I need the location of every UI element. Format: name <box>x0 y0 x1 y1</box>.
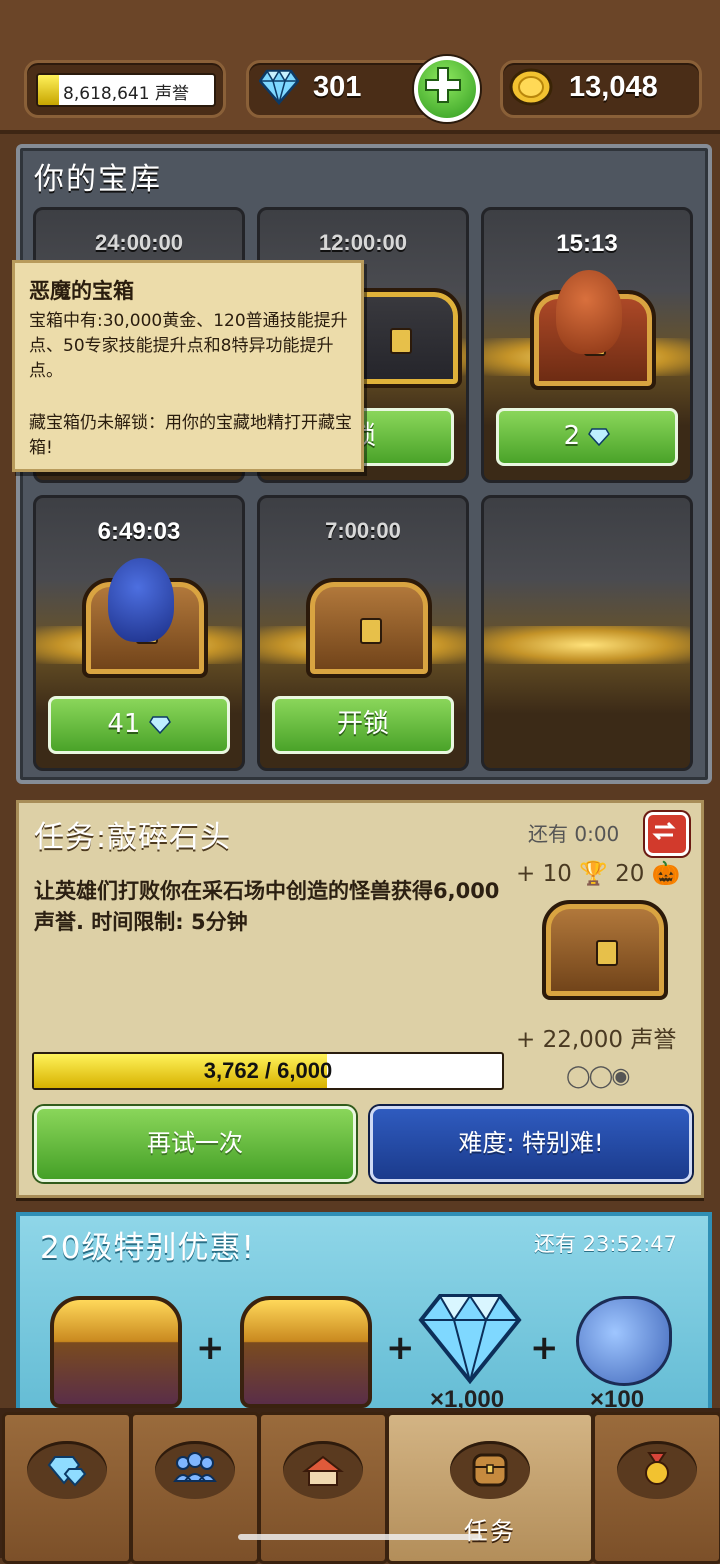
quest-title: 任务:敲碎石头 <box>34 820 232 855</box>
gem-count: 301 <box>313 71 362 103</box>
chest-tooltip: 恶魔的宝箱 宝箱中有:30,000黄金、120普通技能提升点、50专家技能提升点… <box>12 260 364 472</box>
tab-quests-label: 任务 <box>464 1517 516 1545</box>
gem-shop-icon <box>47 1456 87 1487</box>
quest-progress-text: 3,762 / 6,000 <box>203 1058 333 1083</box>
nav-icon-holder <box>155 1441 235 1499</box>
tab-quests[interactable]: 任务 <box>386 1412 594 1564</box>
treasure-chest-icon <box>240 1296 372 1408</box>
gold-pile <box>484 626 690 664</box>
treasure-chest-icon <box>50 1296 182 1408</box>
vault-slot-6-empty <box>481 495 693 771</box>
slot-timer: 24:00:00 <box>94 230 184 255</box>
offer-title: 20级特别优惠! <box>40 1230 255 1266</box>
gold-count: 13,048 <box>569 71 658 103</box>
village-icon <box>302 1455 344 1486</box>
diamond-icon <box>259 69 299 105</box>
plus-sign: + <box>386 1328 415 1368</box>
home-indicator <box>238 1534 482 1540</box>
diamond-icon <box>418 1294 522 1384</box>
quest-reward-reputation: + 22,000 声誉 <box>516 1027 677 1053</box>
plus-icon <box>425 67 461 103</box>
offer-time-remaining: 还有 23:52:47 <box>534 1232 677 1256</box>
tab-gem-shop[interactable] <box>2 1412 132 1564</box>
nav-icon-holder <box>283 1441 363 1499</box>
goblin-icon <box>556 270 622 354</box>
slot-timer: 12:00:00 <box>318 230 408 255</box>
retry-button[interactable]: 再试一次 <box>34 1106 356 1182</box>
treasure-chest-icon <box>306 578 432 678</box>
quest-time-remaining: 还有 0:00 <box>528 822 620 846</box>
quest-chest-icon <box>472 1453 508 1487</box>
tooltip-contents: 宝箱中有:30,000黄金、120普通技能提升点、50专家技能提升点和8特异功能… <box>29 311 348 381</box>
speedup-button[interactable]: 41 <box>48 696 230 754</box>
quest-progress-bar: 3,762 / 6,000 <box>32 1052 504 1090</box>
slot-timer: 7:00:00 <box>325 518 401 543</box>
speedup-cost: 2 <box>563 421 581 451</box>
speedup-cost: 41 <box>107 709 141 739</box>
goblin-icon <box>108 558 174 642</box>
unicorn-icon <box>576 1296 672 1386</box>
vault-slot-5[interactable]: 7:00:00 开锁 <box>257 495 469 771</box>
plus-sign: + <box>530 1328 559 1368</box>
achievement-medal-icon <box>645 1452 669 1485</box>
quest-description: 让英雄们打败你在采石场中创造的怪兽获得6,000声誉. 时间限制: 5分钟 <box>34 879 500 934</box>
reputation-display: 8,618,641 声誉 <box>24 60 226 118</box>
reputation-bar: 8,618,641 声誉 <box>36 73 216 107</box>
speedup-button[interactable]: 2 <box>496 408 678 466</box>
gold-coin-icon <box>509 68 553 106</box>
plus-sign: + <box>196 1328 225 1368</box>
difficulty-button[interactable]: 难度: 特别难! <box>370 1106 692 1182</box>
tab-village[interactable] <box>258 1412 388 1564</box>
nav-icon-holder <box>27 1441 107 1499</box>
nav-icon-holder <box>450 1441 530 1499</box>
nav-icon-holder <box>617 1441 697 1499</box>
add-gems-button[interactable] <box>414 56 480 122</box>
tab-achievements[interactable] <box>592 1412 720 1564</box>
reputation-value: 8,618,641 声誉 <box>63 84 189 104</box>
vault-slot-3[interactable]: 15:13 2 <box>481 207 693 483</box>
tooltip-locked-note: 藏宝箱仍未解锁：用你的宝藏地精打开藏宝箱! <box>29 413 352 458</box>
swap-icon <box>652 821 676 841</box>
vault-title: 你的宝库 <box>34 162 162 197</box>
heroes-icon <box>173 1452 217 1482</box>
vault-slot-4[interactable]: 6:49:03 41 <box>33 495 245 771</box>
gold-counter: 13,048 <box>500 60 702 118</box>
diamond-icon <box>588 427 611 446</box>
slot-timer: 15:13 <box>556 230 618 257</box>
swap-quest-button[interactable] <box>645 812 689 856</box>
difficulty-dots: ◯◯◉ <box>566 1064 630 1089</box>
quest-reward-chest-icon <box>542 900 668 1000</box>
tab-heroes[interactable] <box>130 1412 260 1564</box>
diamond-icon <box>148 715 171 734</box>
slot-timer: 6:49:03 <box>97 518 181 545</box>
unlock-button[interactable]: 开锁 <box>272 696 454 754</box>
quest-reward-trophies: + 10 🏆 20 🎃 <box>516 861 681 887</box>
tooltip-title: 恶魔的宝箱 <box>29 279 134 303</box>
